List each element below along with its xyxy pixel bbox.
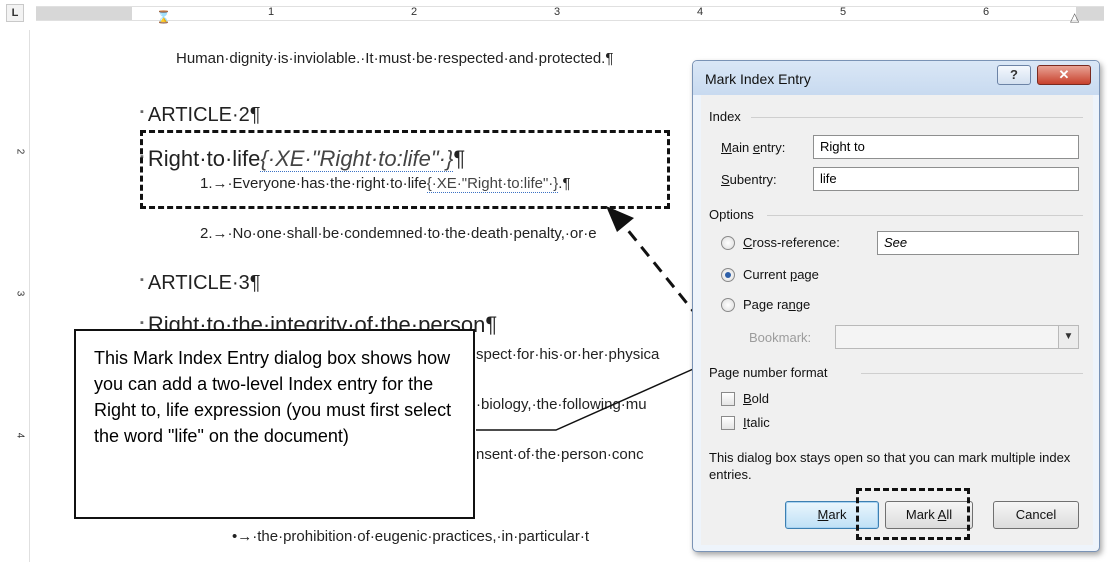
dashed-arrow-head: [606, 206, 634, 232]
subentry-input[interactable]: life: [813, 167, 1079, 191]
cancel-button[interactable]: Cancel: [993, 501, 1079, 529]
current-page-label: Current page: [743, 267, 819, 282]
page-range-radio[interactable]: [721, 298, 735, 312]
mark-index-entry-dialog[interactable]: Mark Index Entry ? ✕ Index Main entry: R…: [692, 60, 1100, 552]
italic-checkbox[interactable]: [721, 416, 735, 430]
italic-label: Italic: [743, 415, 770, 430]
chevron-down-icon[interactable]: ▼: [1058, 326, 1078, 348]
cross-reference-input[interactable]: See: [877, 231, 1079, 255]
dialog-note: This dialog box stays open so that you c…: [709, 450, 1071, 482]
page-range-label: Page range: [743, 297, 811, 312]
dialog-title: Mark Index Entry: [705, 71, 811, 87]
index-section-rule: [751, 117, 1083, 118]
callout-pointer: [476, 365, 701, 431]
dialog-body: Index Main entry: Right to Subentry: lif…: [701, 95, 1093, 545]
page-number-format-rule: [861, 373, 1083, 374]
bookmark-select[interactable]: ▼: [835, 325, 1079, 349]
main-entry-label: Main entry:: [721, 140, 786, 155]
cross-reference-label: Cross-reference:: [743, 235, 840, 250]
page-number-format-label: Page number format: [709, 365, 828, 380]
cross-reference-radio[interactable]: [721, 236, 735, 250]
current-page-radio[interactable]: [721, 268, 735, 282]
options-section-label: Options: [709, 207, 754, 222]
subentry-label: Subentry:: [721, 172, 777, 187]
callout-note: This Mark Index Entry dialog box shows h…: [74, 329, 475, 519]
highlight-mark-all-box: [856, 488, 970, 540]
index-section-label: Index: [709, 109, 741, 124]
dialog-titlebar[interactable]: Mark Index Entry ? ✕: [693, 61, 1099, 95]
bookmark-label: Bookmark:: [749, 330, 812, 345]
bold-label: Bold: [743, 391, 770, 406]
bold-checkbox[interactable]: [721, 392, 735, 406]
main-entry-input[interactable]: Right to: [813, 135, 1079, 159]
close-button[interactable]: ✕: [1037, 65, 1091, 85]
help-button[interactable]: ?: [997, 65, 1031, 85]
options-section-rule: [767, 215, 1083, 216]
